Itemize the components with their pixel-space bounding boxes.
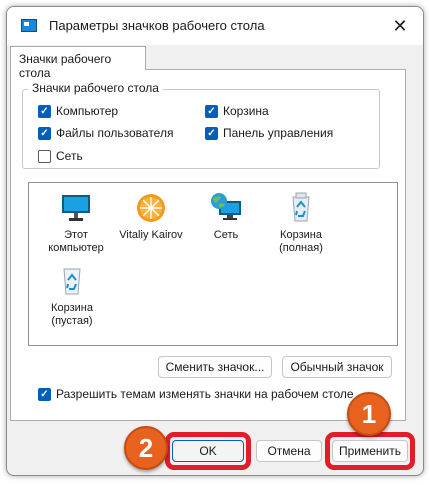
change-icon-button[interactable]: Сменить значок... [158,356,272,378]
checkbox-label: Сеть [56,149,83,163]
step-1-badge: 1 [347,392,391,436]
check-icon: ✓ [205,104,218,118]
title-bar: Параметры значков рабочего стола ✕ [7,7,423,45]
tab-desktop-icons[interactable]: Значки рабочего стола [10,46,146,80]
cancel-button[interactable]: Отмена [256,440,322,462]
close-button[interactable]: ✕ [385,12,415,40]
step-2-badge: 2 [124,426,168,470]
unchecked-box-icon [38,149,51,163]
icon-label: Этот компьютер [48,229,104,254]
checkbox-network[interactable]: Сеть [38,149,83,163]
check-icon: ✓ [205,126,218,140]
check-icon: ✓ [38,104,51,118]
checkbox-control-panel[interactable]: ✓ Панель управления [205,126,333,140]
group-title: Значки рабочего стола [28,81,163,95]
network-icon [209,191,243,225]
icon-label: Корзина (пустая) [51,302,93,327]
checkbox-label: Файлы пользователя [56,126,174,140]
window-title: Параметры значков рабочего стола [49,18,265,33]
check-icon: ✓ [38,126,51,140]
icon-label: Сеть [213,229,239,241]
list-item-recycle-bin-full[interactable]: Корзина (полная) [263,191,339,255]
monitor-icon [59,191,93,225]
list-item-network[interactable]: Сеть [188,191,264,242]
desktop-icon [21,19,37,32]
checkbox-allow-themes[interactable]: ✓ Разрешить темам изменять значки на раб… [38,387,354,401]
checkbox-label: Компьютер [56,104,119,118]
checkbox-recycle-bin[interactable]: ✓ Корзина [205,104,269,118]
checkbox-label: Панель управления [223,126,334,140]
checkbox-label: Корзина [223,104,269,118]
list-item-user-folder[interactable]: Vitaliy Kairov [113,191,189,242]
user-folder-icon [134,191,168,225]
checkbox-user-files[interactable]: ✓ Файлы пользователя [38,126,173,140]
recycle-bin-empty-icon [55,264,89,298]
recycle-bin-full-icon [284,191,318,225]
apply-highlight-frame [325,432,415,470]
list-item-recycle-bin-empty[interactable]: Корзина (пустая) [34,264,110,328]
ok-highlight-frame [165,432,251,470]
check-icon: ✓ [38,387,51,401]
list-item-this-pc[interactable]: Этот компьютер [38,191,114,255]
icon-label: Корзина (полная) [279,229,323,254]
checkbox-computer[interactable]: ✓ Компьютер [38,104,118,118]
icon-label: Vitaliy Kairov [119,229,183,241]
default-icon-button[interactable]: Обычный значок [282,356,392,378]
checkbox-label: Разрешить темам изменять значки на рабоч… [56,387,354,401]
